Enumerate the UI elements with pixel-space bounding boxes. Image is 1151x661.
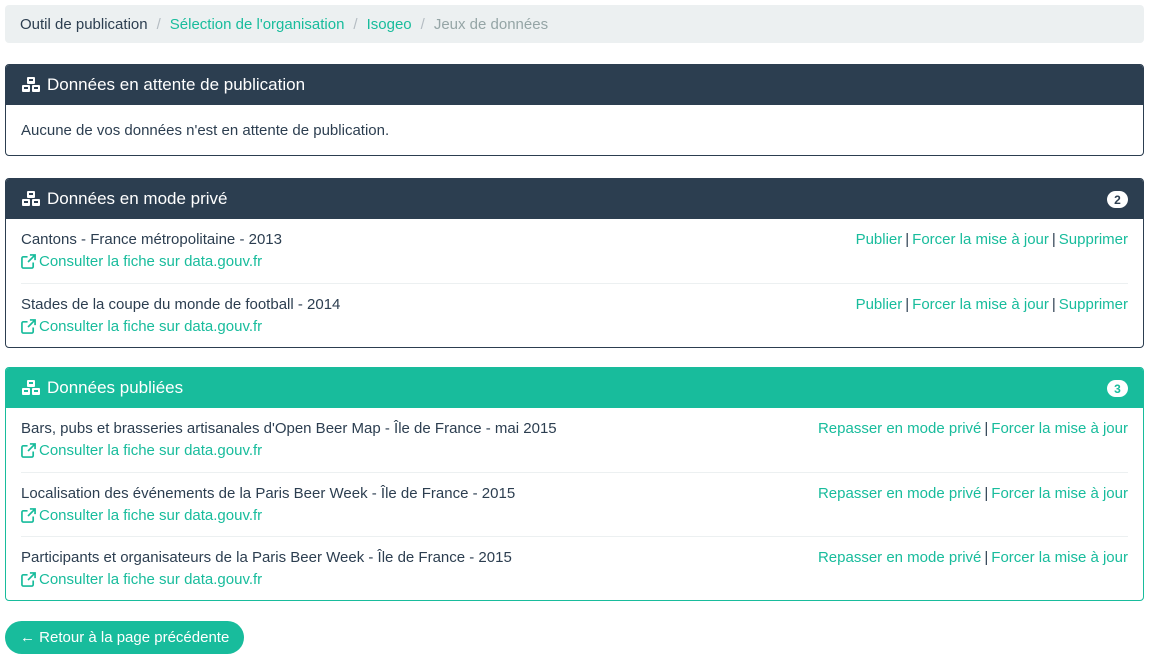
list-item: Bars, pubs et brasseries artisanales d'O…	[21, 408, 1128, 472]
make-private-link[interactable]: Repasser en mode privé	[818, 549, 981, 566]
dataset-name: Stades de la coupe du monde de football …	[21, 296, 341, 313]
external-link-icon	[21, 443, 36, 458]
private-panel-title: Données en mode privé	[47, 189, 228, 208]
published-panel-heading: Données publiées 3	[6, 368, 1143, 408]
private-count-badge: 2	[1107, 191, 1128, 208]
breadcrumb-item-isogeo[interactable]: Isogeo	[367, 16, 412, 33]
force-update-link[interactable]: Forcer la mise à jour	[991, 549, 1128, 566]
cubes-icon	[22, 191, 40, 206]
row-actions: Repasser en mode privé | Forcer la mise à …	[817, 420, 1128, 437]
view-on-datagouv-label: Consulter la fiche sur data.gouv.fr	[39, 253, 263, 270]
breadcrumb-item-datasets: Jeux de données	[433, 15, 549, 33]
external-link-icon	[21, 508, 36, 523]
breadcrumb-item-organisation-selection[interactable]: Sélection de l'organisation	[170, 16, 345, 33]
dataset-name: Localisation des événements de la Paris …	[21, 485, 516, 502]
published-panel-title: Données publiées	[47, 378, 184, 397]
make-private-link[interactable]: Repasser en mode privé	[818, 485, 981, 502]
row-actions: Repasser en mode privé | Forcer la mise à …	[817, 485, 1128, 502]
force-update-link[interactable]: Forcer la mise à jour	[991, 420, 1128, 437]
view-on-datagouv-label: Consulter la fiche sur data.gouv.fr	[39, 571, 263, 588]
view-on-datagouv-label: Consulter la fiche sur data.gouv.fr	[39, 507, 263, 524]
publish-link[interactable]: Publier	[856, 296, 903, 313]
external-link-icon	[21, 254, 36, 269]
breadcrumb: Outil de publication / Sélection de l'or…	[5, 5, 1144, 43]
publish-link[interactable]: Publier	[856, 231, 903, 248]
dataset-name: Bars, pubs et brasseries artisanales d'O…	[21, 420, 557, 437]
force-update-link[interactable]: Forcer la mise à jour	[912, 296, 1049, 313]
force-update-link[interactable]: Forcer la mise à jour	[991, 485, 1128, 502]
breadcrumb-item-publication-tool[interactable]: Outil de publication	[20, 16, 148, 33]
view-on-datagouv-link[interactable]: Consulter la fiche sur data.gouv.fr	[21, 571, 262, 588]
view-on-datagouv-label: Consulter la fiche sur data.gouv.fr	[39, 318, 263, 335]
list-item: Cantons - France métropolitaine - 2013 C…	[21, 219, 1128, 283]
view-on-datagouv-link[interactable]: Consulter la fiche sur data.gouv.fr	[21, 442, 262, 459]
private-panel-heading: Données en mode privé 2	[6, 179, 1143, 219]
breadcrumb-separator: /	[420, 15, 425, 33]
view-on-datagouv-link[interactable]: Consulter la fiche sur data.gouv.fr	[21, 253, 262, 270]
published-panel: Données publiées 3 Bars, pubs et brasser…	[5, 367, 1144, 601]
breadcrumb-separator: /	[156, 15, 161, 33]
make-private-link[interactable]: Repasser en mode privé	[818, 420, 981, 437]
row-actions: Publier | Forcer la mise à jour | Supprimer	[855, 231, 1128, 248]
delete-link[interactable]: Supprimer	[1059, 231, 1128, 248]
dataset-name: Cantons - France métropolitaine - 2013	[21, 231, 282, 248]
view-on-datagouv-link[interactable]: Consulter la fiche sur data.gouv.fr	[21, 507, 262, 524]
pending-panel-title: Données en attente de publication	[47, 75, 306, 94]
pending-panel: Données en attente de publication Aucune…	[5, 64, 1144, 156]
row-actions: Publier | Forcer la mise à jour | Supprimer	[855, 296, 1128, 313]
cubes-icon	[22, 380, 40, 395]
list-item: Localisation des événements de la Paris …	[21, 472, 1128, 536]
pending-panel-heading: Données en attente de publication	[6, 65, 1143, 105]
back-button[interactable]: ← Retour à la page précédente	[5, 621, 245, 654]
delete-link[interactable]: Supprimer	[1059, 296, 1128, 313]
private-panel: Données en mode privé 2 Cantons - France…	[5, 178, 1144, 348]
list-item: Participants et organisateurs de la Pari…	[21, 536, 1128, 600]
published-count-badge: 3	[1107, 380, 1128, 397]
view-on-datagouv-link[interactable]: Consulter la fiche sur data.gouv.fr	[21, 318, 262, 335]
list-item: Stades de la coupe du monde de football …	[21, 283, 1128, 347]
breadcrumb-separator: /	[353, 15, 358, 33]
force-update-link[interactable]: Forcer la mise à jour	[912, 231, 1049, 248]
view-on-datagouv-label: Consulter la fiche sur data.gouv.fr	[39, 442, 263, 459]
dataset-name: Participants et organisateurs de la Pari…	[21, 549, 512, 566]
cubes-icon	[22, 77, 40, 92]
row-actions: Repasser en mode privé | Forcer la mise à …	[817, 549, 1128, 566]
pending-empty-message: Aucune de vos données n'est en attente d…	[21, 121, 390, 139]
external-link-icon	[21, 572, 36, 587]
external-link-icon	[21, 319, 36, 334]
